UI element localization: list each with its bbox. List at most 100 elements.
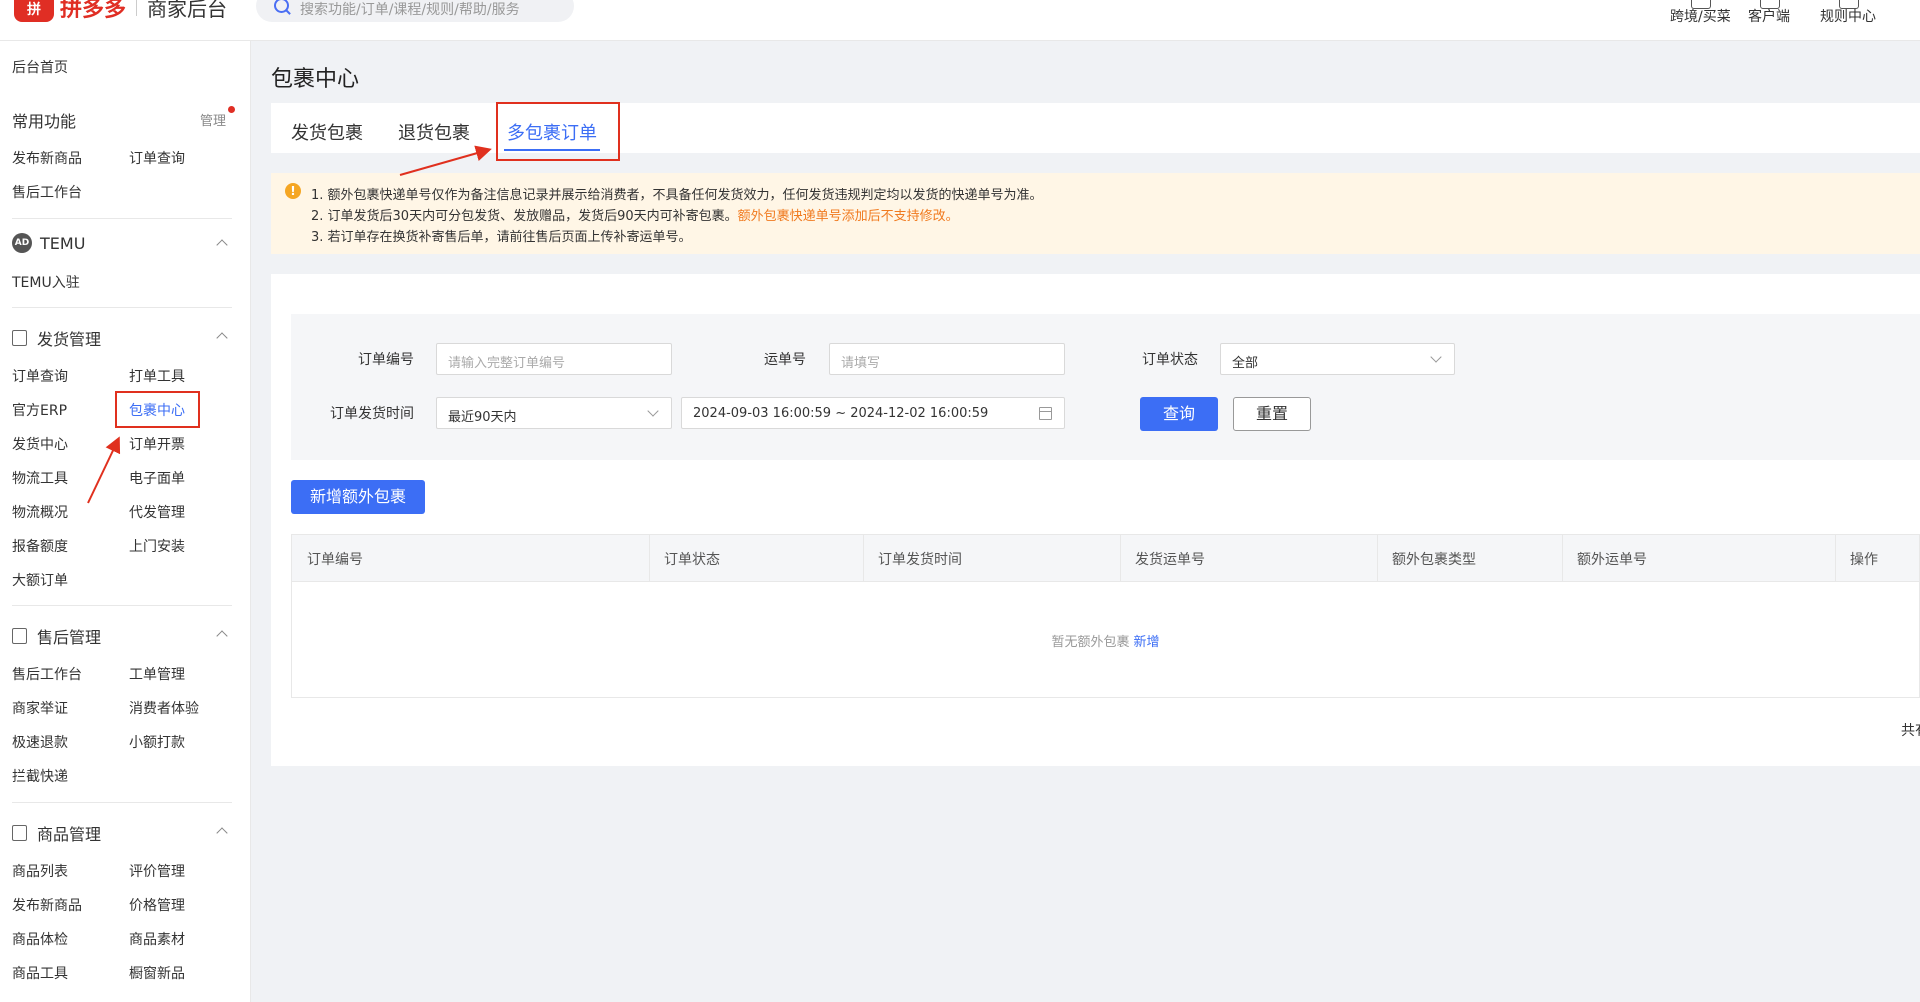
table-header: 订单编号 订单状态 订单发货时间 发货运单号 额外包裹类型 额外运单号 操作 [292,535,1919,582]
annotation-highlight-box [115,391,200,428]
reset-button[interactable]: 重置 [1233,397,1311,431]
logo-subtitle: 商家后台 [147,0,228,21]
sidebar: 后台首页 常用功能 管理 发布新商品 订单查询 售后工作台 AD TEMU TEM… [0,41,251,1002]
logo-icon: 拼 [14,0,54,22]
section-shipping[interactable]: 发货管理 [12,326,101,350]
query-button[interactable]: 查询 [1140,397,1218,431]
sidebar-item-home[interactable]: 后台首页 [12,57,68,77]
time-range-select[interactable]: 最近90天内 [436,397,672,429]
annotation-arrow [399,145,492,176]
top-bar: 拼 拼多多 商家后台 搜索功能/订单/课程/规则/帮助/服务 跨境/买菜 客户端… [0,0,1920,41]
pinduoduo-logo[interactable]: 拼 拼多多 商家后台 [14,0,227,22]
column-header: 发货运单号 [1135,552,1205,568]
sidebar-item-report-quota[interactable]: 报备额度 [12,536,68,556]
book-icon [1839,0,1859,9]
calendar-icon [1039,407,1052,420]
empty-state: 暂无额外包裹 新增 [1051,635,1160,650]
sidebar-item-publish[interactable]: 发布新商品 [12,895,82,915]
sidebar-item-goods-tool[interactable]: 商品工具 [12,963,68,983]
monitor-icon [1760,0,1780,9]
sidebar-item-aftersale-desk[interactable]: 售后工作台 [12,182,82,202]
order-no-label: 订单编号 [358,352,414,368]
section-common: 常用功能 [12,112,77,131]
column-header: 订单编号 [307,552,363,568]
search-icon [274,0,289,13]
bag-icon [12,825,27,841]
warning-icon: ! [285,183,301,199]
column-header: 额外运单号 [1577,552,1647,568]
sidebar-item-price[interactable]: 价格管理 [129,895,185,915]
sidebar-item-goods-list[interactable]: 商品列表 [12,861,68,881]
sidebar-item-window[interactable]: 橱窗新品 [129,963,185,983]
sidebar-item-large-order[interactable]: 大额订单 [12,570,68,590]
document-icon [12,330,27,346]
sidebar-item-installation[interactable]: 上门安装 [129,536,185,556]
chevron-up-icon[interactable] [216,827,228,839]
shield-icon [12,628,27,644]
sidebar-item-temu-join[interactable]: TEMU入驻 [12,272,80,292]
sidebar-item-intercept[interactable]: 拦截快递 [12,766,68,786]
top-link-crossborder[interactable]: 跨境/买菜 [1670,0,1731,26]
tab-return-package[interactable]: 退货包裹 [398,119,470,145]
annotation-highlight-box [496,102,620,161]
sidebar-item-dropship[interactable]: 代发管理 [129,502,185,522]
date-range-picker[interactable]: 2024-09-03 16:00:59 ~ 2024-12-02 16:00:5… [681,397,1065,429]
top-link-client[interactable]: 客户端 [1748,0,1790,26]
column-header: 订单状态 [664,552,720,568]
total-count: 共有 [1901,723,1920,739]
sidebar-item-aftersale-desk[interactable]: 售后工作台 [12,664,82,684]
order-no-input[interactable]: 请输入完整订单编号 [436,343,672,375]
sidebar-item-shipping-center[interactable]: 发货中心 [12,434,68,454]
content-panel: 订单编号 请输入完整订单编号 运单号 请填写 订单状态 全部 订单发货时间 最近… [271,274,1920,766]
column-header: 额外包裹类型 [1392,552,1476,568]
sidebar-item-materials[interactable]: 商品素材 [129,929,185,949]
sidebar-item-goods-check[interactable]: 商品体检 [12,929,68,949]
sidebar-item-print-tool[interactable]: 打单工具 [129,366,185,386]
notice-line-1: 1. 额外包裹快递单号仅作为备注信息记录并展示给消费者，不具备任何发货效力，任何… [311,188,1043,203]
package-table: 订单编号 订单状态 订单发货时间 发货运单号 额外包裹类型 额外运单号 操作 暂… [291,534,1920,698]
manage-link[interactable]: 管理 [200,110,226,129]
section-goods[interactable]: 商品管理 [12,821,101,845]
sidebar-item-order-query[interactable]: 订单查询 [129,148,185,168]
column-header: 订单发货时间 [878,552,962,568]
search-placeholder: 搜索功能/订单/课程/规则/帮助/服务 [300,2,520,18]
sidebar-item-invoice[interactable]: 订单开票 [129,434,185,454]
logo-name: 拼多多 [60,0,127,22]
tab-shipping-package[interactable]: 发货包裹 [291,119,363,145]
status-label: 订单状态 [1142,352,1198,368]
sidebar-item-fast-refund[interactable]: 极速退款 [12,732,68,752]
empty-add-link[interactable]: 新增 [1134,635,1160,650]
sidebar-item-order-query[interactable]: 订单查询 [12,366,68,386]
chevron-up-icon[interactable] [216,332,228,344]
notice-line-3: 3. 若订单存在换货补寄售后单，请前往售后页面上传补寄运单号。 [311,230,692,245]
store-icon [1691,0,1712,9]
chevron-down-icon [647,405,659,417]
section-temu[interactable]: AD TEMU [12,233,85,253]
status-select[interactable]: 全部 [1220,343,1455,375]
notice-banner: ! 1. 额外包裹快递单号仅作为备注信息记录并展示给消费者，不具备任何发货效力，… [271,173,1920,254]
sidebar-item-consumer-exp[interactable]: 消费者体验 [129,698,199,718]
chevron-down-icon [1430,351,1442,363]
sidebar-item-erp[interactable]: 官方ERP [12,400,67,420]
sidebar-item-review[interactable]: 评价管理 [129,861,185,881]
sidebar-item-logistics-tool[interactable]: 物流工具 [12,468,68,488]
waybill-input[interactable]: 请填写 [829,343,1065,375]
chevron-up-icon[interactable] [216,630,228,642]
global-search-input[interactable]: 搜索功能/订单/课程/规则/帮助/服务 [256,0,574,22]
top-link-rules[interactable]: 规则中心 [1820,0,1876,26]
page-title: 包裹中心 [271,67,360,92]
sidebar-item-small-payment[interactable]: 小额打款 [129,732,185,752]
sidebar-item-logistics-overview[interactable]: 物流概况 [12,502,68,522]
sidebar-item-ticket[interactable]: 工单管理 [129,664,185,684]
notification-dot [228,106,235,113]
section-aftersale[interactable]: 售后管理 [12,624,101,648]
sidebar-item-publish[interactable]: 发布新商品 [12,148,82,168]
ship-time-label: 订单发货时间 [330,406,414,422]
sidebar-item-evidence[interactable]: 商家举证 [12,698,68,718]
chevron-up-icon[interactable] [216,239,228,251]
filter-form: 订单编号 请输入完整订单编号 运单号 请填写 订单状态 全部 订单发货时间 最近… [291,314,1920,460]
waybill-label: 运单号 [764,352,806,368]
column-header: 操作 [1850,552,1878,568]
add-extra-package-button[interactable]: 新增额外包裹 [291,480,425,514]
sidebar-item-e-waybill[interactable]: 电子面单 [129,468,185,488]
